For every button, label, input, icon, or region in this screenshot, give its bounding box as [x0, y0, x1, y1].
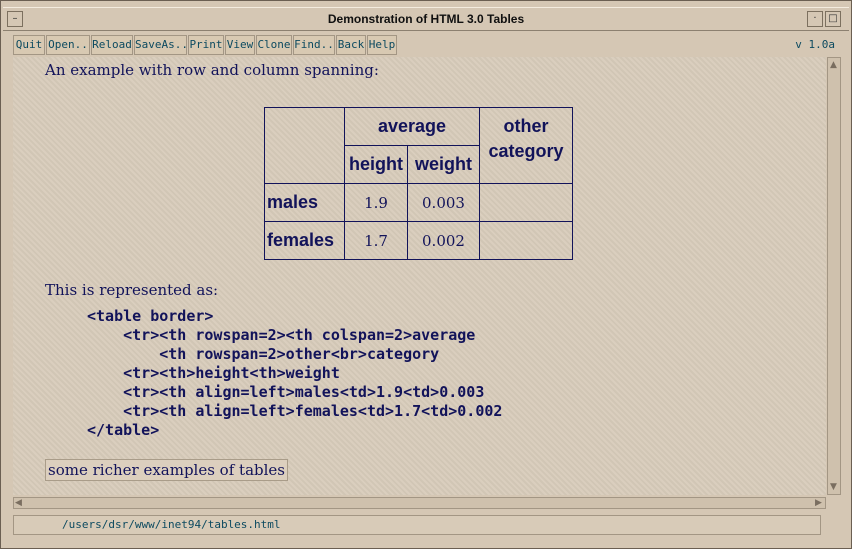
maximize-icon[interactable]: □	[825, 11, 841, 27]
scroll-down-icon[interactable]: ▼	[830, 482, 837, 492]
code-line: <th rowspan=2>other<br>category	[87, 345, 440, 363]
find-button[interactable]: Find..	[293, 35, 335, 55]
row-label: males	[264, 183, 345, 222]
header-weight: weight	[407, 145, 480, 184]
cell-weight: 0.003	[407, 183, 480, 222]
title-bar[interactable]: – Demonstration of HTML 3.0 Tables · □	[3, 7, 849, 31]
print-button[interactable]: Print	[188, 35, 224, 55]
scroll-right-icon[interactable]: ▶	[815, 498, 822, 508]
code-line: <tr><th rowspan=2><th colspan=2>average	[87, 326, 476, 344]
version-label: v 1.0a	[795, 38, 835, 51]
cell-empty	[479, 183, 573, 222]
header-other-category: other category	[479, 107, 573, 184]
horizontal-scrollbar[interactable]: ◀ ▶	[13, 497, 826, 509]
reload-button[interactable]: Reload	[91, 35, 133, 55]
scroll-up-icon[interactable]: ▲	[830, 60, 837, 70]
cell-weight: 0.002	[407, 221, 480, 260]
vertical-scrollbar[interactable]: ▲ ▼	[827, 57, 841, 495]
intro-text: An example with row and column spanning:	[45, 61, 379, 79]
table-row: females 1.7 0.002	[264, 221, 573, 260]
status-url: /users/dsr/www/inet94/tables.html	[62, 518, 281, 531]
help-button[interactable]: Help	[367, 35, 397, 55]
represented-text: This is represented as:	[45, 281, 219, 299]
toolbar: Quit Open.. Reload SaveAs.. Print View C…	[13, 35, 835, 55]
code-line: <table border>	[87, 307, 214, 325]
minimize-icon[interactable]: ·	[807, 11, 823, 27]
header-height: height	[344, 145, 408, 184]
row-label: females	[264, 221, 345, 260]
code-line: </table>	[87, 421, 160, 439]
saveas-button[interactable]: SaveAs..	[134, 35, 188, 55]
header-other-line1: other	[503, 116, 549, 136]
open-button[interactable]: Open..	[46, 35, 90, 55]
example-table: average other category height weight mal…	[264, 107, 573, 260]
header-average: average	[344, 107, 480, 146]
cell-height: 1.7	[344, 221, 408, 260]
clone-button[interactable]: Clone	[256, 35, 292, 55]
scroll-left-icon[interactable]: ◀	[15, 498, 22, 508]
back-button[interactable]: Back	[336, 35, 366, 55]
code-line: <tr><th align=left>males<td>1.9<td>0.003	[87, 383, 485, 401]
richer-examples-link[interactable]: some richer examples of tables	[45, 459, 288, 481]
cell-empty	[479, 221, 573, 260]
document-view: An example with row and column spanning:…	[13, 57, 826, 495]
browser-window: – Demonstration of HTML 3.0 Tables · □ Q…	[0, 0, 852, 549]
code-line: <tr><th align=left>females<td>1.7<td>0.0…	[87, 402, 503, 420]
quit-button[interactable]: Quit	[13, 35, 45, 55]
window-title: Demonstration of HTML 3.0 Tables	[327, 12, 525, 26]
code-block: <table border> <tr><th rowspan=2><th col…	[87, 307, 502, 440]
cell-height: 1.9	[344, 183, 408, 222]
header-other-line2: category	[488, 141, 564, 161]
code-line: <tr><th>height<th>weight	[87, 364, 340, 382]
view-button[interactable]: View	[225, 35, 255, 55]
status-bar: /users/dsr/www/inet94/tables.html	[13, 515, 821, 535]
empty-corner-cell	[264, 107, 345, 184]
table-row: males 1.9 0.003	[264, 183, 573, 222]
